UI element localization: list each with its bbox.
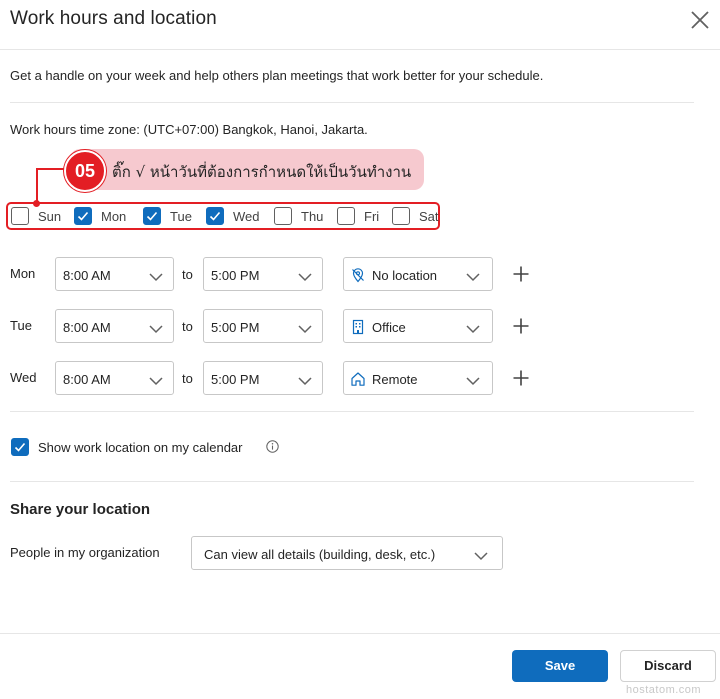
annotation-text: ติ๊ก √ หน้าวันที่ต้องการกำหนดให้เป็นวันท… bbox=[112, 163, 412, 181]
day-checkbox-wed[interactable] bbox=[206, 207, 224, 225]
day-checkbox-fri[interactable] bbox=[337, 207, 355, 225]
to-label: to bbox=[182, 371, 193, 386]
row-day-label-wed: Wed bbox=[10, 370, 37, 385]
start-time-dropdown-tue[interactable]: 8:00 AM bbox=[55, 309, 174, 343]
info-icon[interactable] bbox=[266, 440, 279, 453]
chevron-down-icon bbox=[149, 321, 163, 339]
location-divider bbox=[10, 481, 694, 482]
office-building-icon bbox=[350, 319, 366, 340]
add-location-plus-icon-tue[interactable] bbox=[512, 317, 530, 335]
end-time-dropdown-wed[interactable]: 5:00 PM bbox=[203, 361, 323, 395]
day-label-tue: Tue bbox=[170, 209, 192, 224]
start-time-value: 8:00 AM bbox=[63, 372, 111, 387]
discard-button[interactable]: Discard bbox=[620, 650, 716, 682]
watermark: hostatom.com bbox=[626, 684, 702, 696]
end-time-dropdown-tue[interactable]: 5:00 PM bbox=[203, 309, 323, 343]
schedule-divider bbox=[10, 411, 694, 412]
chevron-down-icon bbox=[298, 269, 312, 287]
chevron-down-icon bbox=[466, 269, 480, 287]
add-location-plus-icon-mon[interactable] bbox=[512, 265, 530, 283]
close-icon[interactable] bbox=[688, 8, 712, 32]
save-button[interactable]: Save bbox=[512, 650, 608, 682]
day-label-sat: Sat bbox=[419, 209, 439, 224]
end-time-value: 5:00 PM bbox=[211, 372, 260, 387]
location-value: No location bbox=[372, 268, 438, 283]
location-dropdown-tue[interactable]: Office bbox=[343, 309, 493, 343]
home-icon bbox=[350, 371, 366, 392]
day-checkbox-sun[interactable] bbox=[11, 207, 29, 225]
day-checkbox-mon[interactable] bbox=[74, 207, 92, 225]
day-label-mon: Mon bbox=[101, 209, 127, 224]
timezone-text: Work hours time zone: (UTC+07:00) Bangko… bbox=[10, 122, 368, 137]
intro-text: Get a handle on your week and help other… bbox=[10, 68, 544, 83]
people-visibility-dropdown[interactable]: Can view all details (building, desk, et… bbox=[191, 536, 503, 570]
location-value: Remote bbox=[372, 372, 418, 387]
day-checkbox-tue[interactable] bbox=[143, 207, 161, 225]
location-value: Office bbox=[372, 320, 406, 335]
row-day-label-tue: Tue bbox=[10, 318, 32, 333]
end-time-dropdown-mon[interactable]: 5:00 PM bbox=[203, 257, 323, 291]
chevron-down-icon bbox=[298, 373, 312, 391]
start-time-dropdown-mon[interactable]: 8:00 AM bbox=[55, 257, 174, 291]
chevron-down-icon bbox=[149, 269, 163, 287]
footer-divider bbox=[0, 633, 720, 634]
to-label: to bbox=[182, 319, 193, 334]
chevron-down-icon bbox=[474, 548, 488, 566]
start-time-value: 8:00 AM bbox=[63, 320, 111, 335]
to-label: to bbox=[182, 267, 193, 282]
location-dropdown-wed[interactable]: Remote bbox=[343, 361, 493, 395]
end-time-value: 5:00 PM bbox=[211, 320, 260, 335]
people-label: People in my organization bbox=[10, 545, 160, 560]
end-time-value: 5:00 PM bbox=[211, 268, 260, 283]
header-divider bbox=[0, 49, 720, 50]
people-visibility-value: Can view all details (building, desk, et… bbox=[204, 547, 436, 562]
day-label-wed: Wed bbox=[233, 209, 260, 224]
dialog-title: Work hours and location bbox=[10, 8, 217, 29]
share-section-title: Share your location bbox=[10, 501, 151, 518]
chevron-down-icon bbox=[466, 373, 480, 391]
no-location-icon bbox=[350, 267, 366, 288]
chevron-down-icon bbox=[149, 373, 163, 391]
start-time-value: 8:00 AM bbox=[63, 268, 111, 283]
day-label-fri: Fri bbox=[364, 209, 380, 224]
start-time-dropdown-wed[interactable]: 8:00 AM bbox=[55, 361, 174, 395]
day-label-sun: Sun bbox=[38, 209, 62, 224]
add-location-plus-icon-wed[interactable] bbox=[512, 369, 530, 387]
annotation-connector bbox=[36, 168, 66, 170]
annotation-step-badge: 05 bbox=[64, 150, 106, 192]
day-checkbox-sat[interactable] bbox=[392, 207, 410, 225]
chevron-down-icon bbox=[466, 321, 480, 339]
show-location-label: Show work location on my calendar bbox=[38, 440, 243, 455]
day-label-thu: Thu bbox=[301, 209, 324, 224]
row-day-label-mon: Mon bbox=[10, 266, 36, 281]
intro-divider bbox=[10, 102, 694, 103]
day-checkbox-thu[interactable] bbox=[274, 207, 292, 225]
annotation-connector-vertical bbox=[36, 169, 38, 203]
chevron-down-icon bbox=[298, 321, 312, 339]
location-dropdown-mon[interactable]: No location bbox=[343, 257, 493, 291]
show-location-checkbox[interactable] bbox=[11, 438, 29, 456]
